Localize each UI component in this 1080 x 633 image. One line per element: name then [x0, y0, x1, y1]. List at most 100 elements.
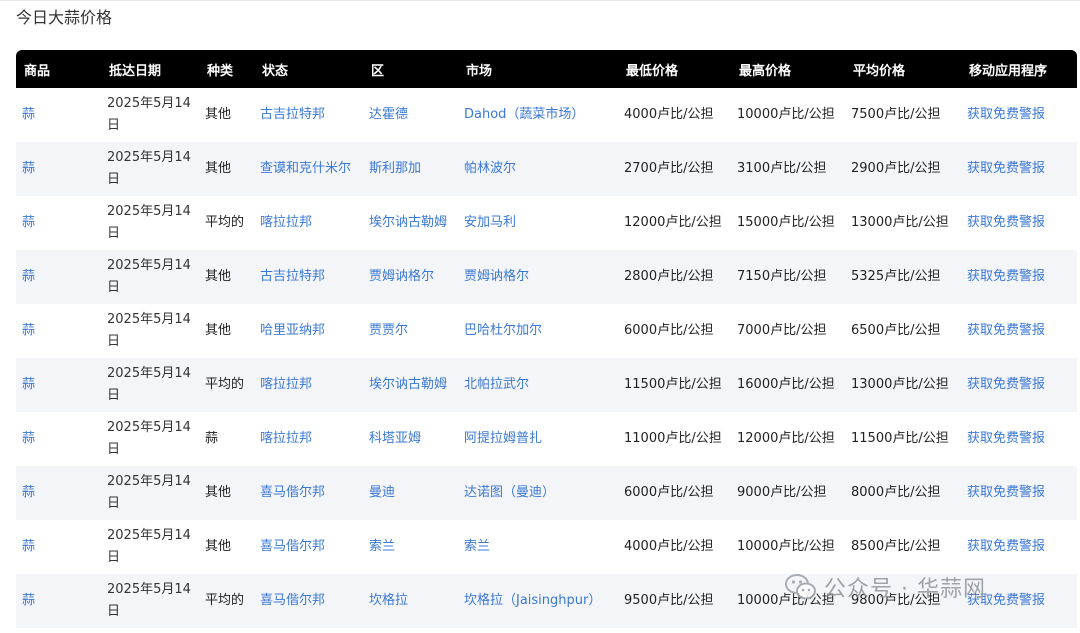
get-free-alert-link[interactable]: 获取免费警报 [967, 431, 1045, 446]
cell-arrival-date: 2025年5月14日 [107, 366, 191, 403]
cell-state[interactable]: 喜马偕尔邦 [260, 593, 325, 608]
cell-variety-container: 蒜 [199, 412, 254, 466]
cell-market[interactable]: Dahod（蔬菜市场） [464, 107, 584, 122]
cell-commodity[interactable]: 蒜 [22, 107, 35, 122]
cell-market[interactable]: 索兰 [464, 539, 490, 554]
cell-avg-price: 7500卢比/公担 [851, 107, 941, 122]
get-free-alert-link-container: 获取免费警报 [961, 250, 1077, 304]
cell-market[interactable]: 北帕拉武尔 [464, 377, 529, 392]
cell-commodity[interactable]: 蒜 [22, 323, 35, 338]
cell-district-container: 曼迪 [363, 466, 458, 520]
cell-district[interactable]: 埃尔讷古勒姆 [369, 215, 447, 230]
cell-district-container: 科塔亚姆 [363, 412, 458, 466]
cell-max-price-container: 15000卢比/公担 [731, 196, 845, 250]
cell-state-container: 查谟和克什米尔 [254, 142, 363, 196]
cell-market[interactable]: 安加马利 [464, 215, 516, 230]
cell-commodity[interactable]: 蒜 [22, 485, 35, 500]
cell-state[interactable]: 喀拉拉邦 [260, 431, 312, 446]
cell-district[interactable]: 达霍德 [369, 107, 408, 122]
cell-arrival-date: 2025年5月14日 [107, 258, 191, 295]
header-state: 状态 [262, 63, 289, 79]
get-free-alert-link[interactable]: 获取免费警报 [967, 485, 1045, 500]
cell-min-price: 2700卢比/公担 [624, 161, 714, 176]
cell-arrival-date-container: 2025年5月14日 [101, 196, 199, 250]
cell-market[interactable]: 巴哈杜尔加尔 [464, 323, 542, 338]
get-free-alert-link-container: 获取免费警报 [961, 304, 1077, 358]
cell-state-container: 哈里亚纳邦 [254, 304, 363, 358]
cell-state[interactable]: 哈里亚纳邦 [260, 323, 325, 338]
header-district: 区 [371, 63, 385, 79]
header-market: 市场 [466, 63, 493, 79]
cell-max-price: 3100卢比/公担 [737, 161, 827, 176]
cell-min-price: 2800卢比/公担 [624, 269, 714, 284]
get-free-alert-link[interactable]: 获取免费警报 [967, 161, 1045, 176]
cell-market[interactable]: 坎格拉（Jaisinghpur） [464, 593, 601, 608]
cell-state-container: 喀拉拉邦 [254, 196, 363, 250]
get-free-alert-link-container: 获取免费警报 [961, 412, 1077, 466]
cell-commodity[interactable]: 蒜 [22, 593, 35, 608]
table-row: 蒜 2025年5月14日 其他 查谟和克什米尔 斯利那加 帕林波尔 2700卢比/公担 310… [16, 142, 1077, 196]
get-free-alert-link-container: 获取免费警报 [961, 574, 1077, 628]
cell-commodity[interactable]: 蒜 [22, 431, 35, 446]
cell-commodity[interactable]: 蒜 [22, 377, 35, 392]
cell-state[interactable]: 古吉拉特邦 [260, 107, 325, 122]
cell-min-price-container: 2700卢比/公担 [618, 142, 731, 196]
cell-district[interactable]: 索兰 [369, 539, 395, 554]
cell-state[interactable]: 喜马偕尔邦 [260, 485, 325, 500]
get-free-alert-link-container: 获取免费警报 [961, 88, 1077, 142]
cell-avg-price-container: 13000卢比/公担 [845, 358, 961, 412]
cell-commodity[interactable]: 蒜 [22, 539, 35, 554]
cell-commodity[interactable]: 蒜 [22, 215, 35, 230]
cell-district[interactable]: 坎格拉 [369, 593, 408, 608]
cell-district[interactable]: 曼迪 [369, 485, 395, 500]
cell-variety-container: 平均的 [199, 574, 254, 628]
cell-market[interactable]: 阿提拉姆普扎 [464, 431, 542, 446]
header-avg-price: 平均价格 [853, 63, 906, 79]
table-row: 蒜 2025年5月14日 其他 哈里亚纳邦 贾贾尔 巴哈杜尔加尔 6000卢比/公担 7000… [16, 304, 1077, 358]
cell-max-price-container: 16000卢比/公担 [731, 358, 845, 412]
cell-avg-price-container: 5325卢比/公担 [845, 250, 961, 304]
header-arrival-date: 抵达日期 [109, 63, 162, 79]
cell-variety: 平均的 [205, 593, 245, 608]
cell-arrival-date: 2025年5月14日 [107, 204, 191, 241]
get-free-alert-link-container: 获取免费警报 [961, 196, 1077, 250]
cell-market[interactable]: 达诺图（曼迪） [464, 485, 555, 500]
cell-min-price-container: 12000卢比/公担 [618, 196, 731, 250]
cell-commodity[interactable]: 蒜 [22, 161, 35, 176]
cell-commodity-container: 蒜 [16, 520, 101, 574]
table-header-row: 商品 抵达日期 种类 状态 区 市场 最低价格 最高价格 平均价格 移动应用程序 [16, 50, 1077, 88]
get-free-alert-link[interactable]: 获取免费警报 [967, 107, 1045, 122]
get-free-alert-link-container: 获取免费警报 [961, 520, 1077, 574]
cell-commodity-container: 蒜 [16, 142, 101, 196]
cell-arrival-date-container: 2025年5月14日 [101, 88, 199, 142]
get-free-alert-link[interactable]: 获取免费警报 [967, 215, 1045, 230]
cell-variety: 平均的 [205, 377, 245, 392]
cell-commodity[interactable]: 蒜 [22, 269, 35, 284]
get-free-alert-link[interactable]: 获取免费警报 [967, 539, 1045, 554]
cell-district[interactable]: 埃尔讷古勒姆 [369, 377, 447, 392]
cell-market[interactable]: 贾姆讷格尔 [464, 269, 529, 284]
cell-district[interactable]: 科塔亚姆 [369, 431, 421, 446]
cell-state[interactable]: 古吉拉特邦 [260, 269, 325, 284]
cell-variety-container: 其他 [199, 250, 254, 304]
cell-district-container: 达霍德 [363, 88, 458, 142]
cell-arrival-date-container: 2025年5月14日 [101, 304, 199, 358]
cell-state-container: 喀拉拉邦 [254, 358, 363, 412]
cell-district[interactable]: 贾姆讷格尔 [369, 269, 434, 284]
get-free-alert-link[interactable]: 获取免费警报 [967, 323, 1045, 338]
cell-district[interactable]: 贾贾尔 [369, 323, 408, 338]
cell-arrival-date: 2025年5月14日 [107, 582, 191, 619]
get-free-alert-link[interactable]: 获取免费警报 [967, 377, 1045, 392]
cell-avg-price: 2900卢比/公担 [851, 161, 941, 176]
cell-district[interactable]: 斯利那加 [369, 161, 421, 176]
cell-variety: 其他 [205, 107, 232, 122]
cell-market[interactable]: 帕林波尔 [464, 161, 516, 176]
cell-state[interactable]: 喜马偕尔邦 [260, 539, 325, 554]
cell-state-container: 喜马偕尔邦 [254, 520, 363, 574]
cell-state[interactable]: 查谟和克什米尔 [260, 161, 351, 176]
cell-state[interactable]: 喀拉拉邦 [260, 215, 312, 230]
get-free-alert-link[interactable]: 获取免费警报 [967, 593, 1045, 608]
get-free-alert-link-container: 获取免费警报 [961, 142, 1077, 196]
cell-state[interactable]: 喀拉拉邦 [260, 377, 312, 392]
get-free-alert-link[interactable]: 获取免费警报 [967, 269, 1045, 284]
